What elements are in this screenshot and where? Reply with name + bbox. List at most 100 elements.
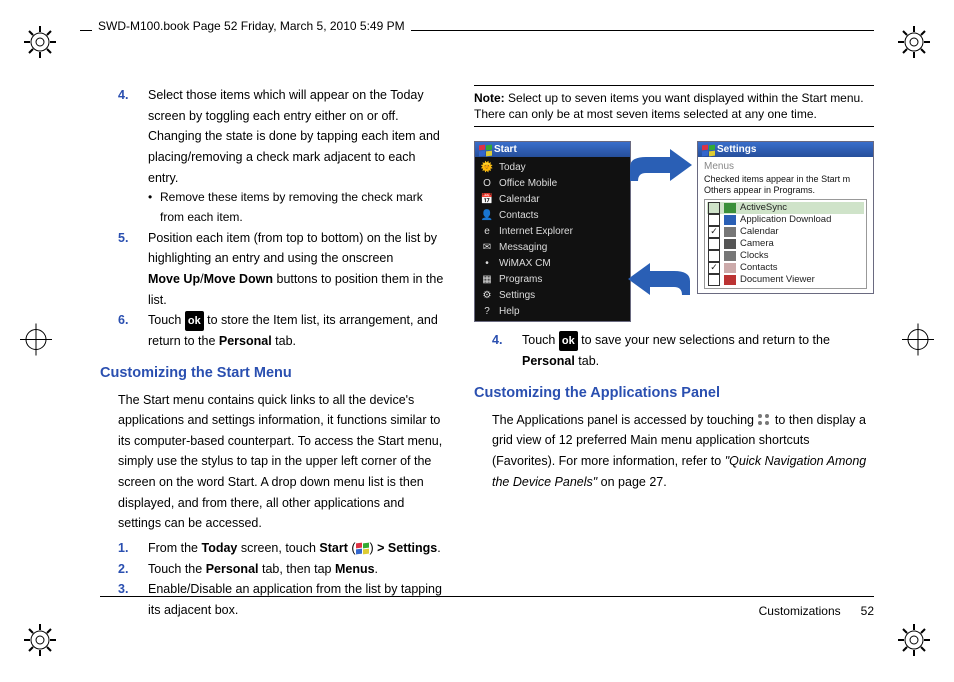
figure-menu-icon: O xyxy=(480,176,494,190)
figure-checkbox xyxy=(708,250,720,262)
step-number: 1. xyxy=(118,538,128,559)
left-column: 4. Select those items which will appear … xyxy=(100,85,446,602)
figure-menu-icon: ? xyxy=(480,304,494,318)
figure-menu-label: Calendar xyxy=(499,194,540,205)
figure-titlebar: Start xyxy=(475,142,630,157)
figure-settings-row: ✓ Contacts xyxy=(707,262,864,274)
note-rule xyxy=(474,126,874,127)
figure-checkbox xyxy=(708,274,720,286)
book-header-rule: SWD-M100.book Page 52 Friday, March 5, 2… xyxy=(80,30,874,35)
figure-title: Settings xyxy=(717,144,756,155)
figure-checkbox: ✓ xyxy=(708,226,720,238)
figure-titlebar: Settings xyxy=(698,142,873,157)
note-rule xyxy=(474,85,874,86)
step-number: 2. xyxy=(118,559,128,580)
figure-app-list: ActiveSync Application Download ✓ Calendar C… xyxy=(704,199,867,289)
figure-app-label: Camera xyxy=(740,239,774,249)
right-step-4: 4. Touch ok to save your new selections … xyxy=(474,330,874,371)
applications-panel-paragraph: The Applications panel is accessed by to… xyxy=(474,410,874,493)
figure-menu-label: Office Mobile xyxy=(499,178,557,189)
footer: Customizations 52 xyxy=(759,604,874,618)
figure-menu-item: 👤Contacts xyxy=(475,207,630,223)
figure-app-icon xyxy=(724,227,736,237)
right-column: Note: Select up to seven items you want … xyxy=(474,85,874,602)
figure-settings-row: Clocks xyxy=(707,250,864,262)
figure-checkbox xyxy=(708,238,720,250)
sm-step-1: 1. From the Today screen, touch Start ()… xyxy=(100,538,446,559)
figure-app-label: Document Viewer xyxy=(740,275,815,285)
figure-body: Menus Checked items appear in the Start … xyxy=(698,157,873,293)
step-6: 6. Touch ok to store the Item list, its … xyxy=(100,310,446,351)
figure-app-icon xyxy=(724,263,736,273)
figure-menu-item: ⚙ Settings xyxy=(475,287,630,303)
figure-app-icon xyxy=(724,275,736,285)
windows-flag-icon xyxy=(356,543,370,555)
ok-icon: ok xyxy=(185,311,204,331)
figure-start-menu: Start 🌞 Today O Office Mobile 📅 Calendar 👤Cont… xyxy=(474,141,631,322)
footer-section: Customizations xyxy=(759,604,841,618)
heading-customizing-applications-panel: Customizing the Applications Panel xyxy=(474,382,874,406)
figure-checkbox xyxy=(708,202,720,214)
note-label: Note: xyxy=(474,91,505,105)
figure-menu-item: e Internet Explorer xyxy=(475,223,630,239)
step-text: Position each item (from top to bottom) … xyxy=(148,231,443,307)
crop-cross-icon xyxy=(20,324,52,359)
start-menu-paragraph: The Start menu contains quick links to a… xyxy=(100,390,446,534)
figure-menu-icon: 🌞 xyxy=(480,160,494,174)
arrow-left-icon xyxy=(626,261,694,308)
figure-menu-icon: ✉ xyxy=(480,240,494,254)
figure-settings-row: Application Download xyxy=(707,214,864,226)
crop-gear-icon xyxy=(20,22,60,62)
crop-cross-icon xyxy=(902,324,934,359)
figure-menu-body: 🌞 Today O Office Mobile 📅 Calendar 👤ContactseI… xyxy=(475,157,630,321)
figure-hint: Checked items appear in the Start m Othe… xyxy=(704,174,867,195)
figure-settings-row: Document Viewer xyxy=(707,274,864,286)
step-number: 4. xyxy=(118,85,128,106)
figure-start-settings: Start 🌞 Today O Office Mobile 📅 Calendar 👤Cont… xyxy=(474,141,874,322)
figure-menu-icon: 📅 xyxy=(480,192,494,206)
heading-customizing-start-menu: Customizing the Start Menu xyxy=(100,362,446,386)
figure-menu-item: •WiMAX CM xyxy=(475,255,630,271)
sm-step-3: 3. Enable/Disable an application from th… xyxy=(100,579,446,620)
figure-menu-label: Today xyxy=(499,162,526,173)
figure-app-icon xyxy=(724,251,736,261)
step-text: Enable/Disable an application from the l… xyxy=(148,582,442,617)
figure-menu-item: O Office Mobile xyxy=(475,175,630,191)
figure-app-label: ActiveSync xyxy=(740,203,787,213)
figure-app-icon xyxy=(724,203,736,213)
crop-gear-icon xyxy=(894,620,934,660)
figure-settings-row: Camera xyxy=(707,238,864,250)
figure-settings-row: ✓ Calendar xyxy=(707,226,864,238)
figure-menu-icon: e xyxy=(480,224,494,238)
step-5: 5. Position each item (from top to botto… xyxy=(100,228,446,311)
step-text: Touch ok to store the Item list, its arr… xyxy=(148,313,438,348)
figure-menu-item: 📅 Calendar xyxy=(475,191,630,207)
figure-menu-icon: • xyxy=(480,256,494,270)
figure-menu-label: Programs xyxy=(499,274,542,285)
figure-menu-label: Settings xyxy=(499,290,535,301)
note-block: Note: Select up to seven items you want … xyxy=(474,90,874,122)
figure-app-label: Contacts xyxy=(740,263,778,273)
figure-subtitle: Menus xyxy=(704,161,867,172)
step-number: 5. xyxy=(118,228,128,249)
footer-rule xyxy=(100,596,874,597)
figure-menu-icon: ⚙ xyxy=(480,288,494,302)
figure-menu-item: ▦Programs xyxy=(475,271,630,287)
figure-app-label: Application Download xyxy=(740,215,831,225)
step-4-bullet: Remove these items by removing the check… xyxy=(100,188,446,228)
figure-menu-label: Contacts xyxy=(499,210,538,221)
figure-menu-label: Internet Explorer xyxy=(499,226,573,237)
figure-app-label: Clocks xyxy=(740,251,769,261)
step-4: 4. Select those items which will appear … xyxy=(100,85,446,188)
figure-checkbox: ✓ xyxy=(708,262,720,274)
book-header-text: SWD-M100.book Page 52 Friday, March 5, 2… xyxy=(92,17,411,35)
figure-menu-label: Messaging xyxy=(499,242,547,253)
ok-icon: ok xyxy=(559,331,578,351)
figure-app-icon xyxy=(724,239,736,249)
figure-menu-item: ✉ Messaging xyxy=(475,239,630,255)
crop-gear-icon xyxy=(20,620,60,660)
figure-app-label: Calendar xyxy=(740,227,779,237)
step-text: Touch ok to save your new selections and… xyxy=(522,333,830,368)
figure-checkbox xyxy=(708,214,720,226)
windows-flag-icon xyxy=(479,145,490,155)
